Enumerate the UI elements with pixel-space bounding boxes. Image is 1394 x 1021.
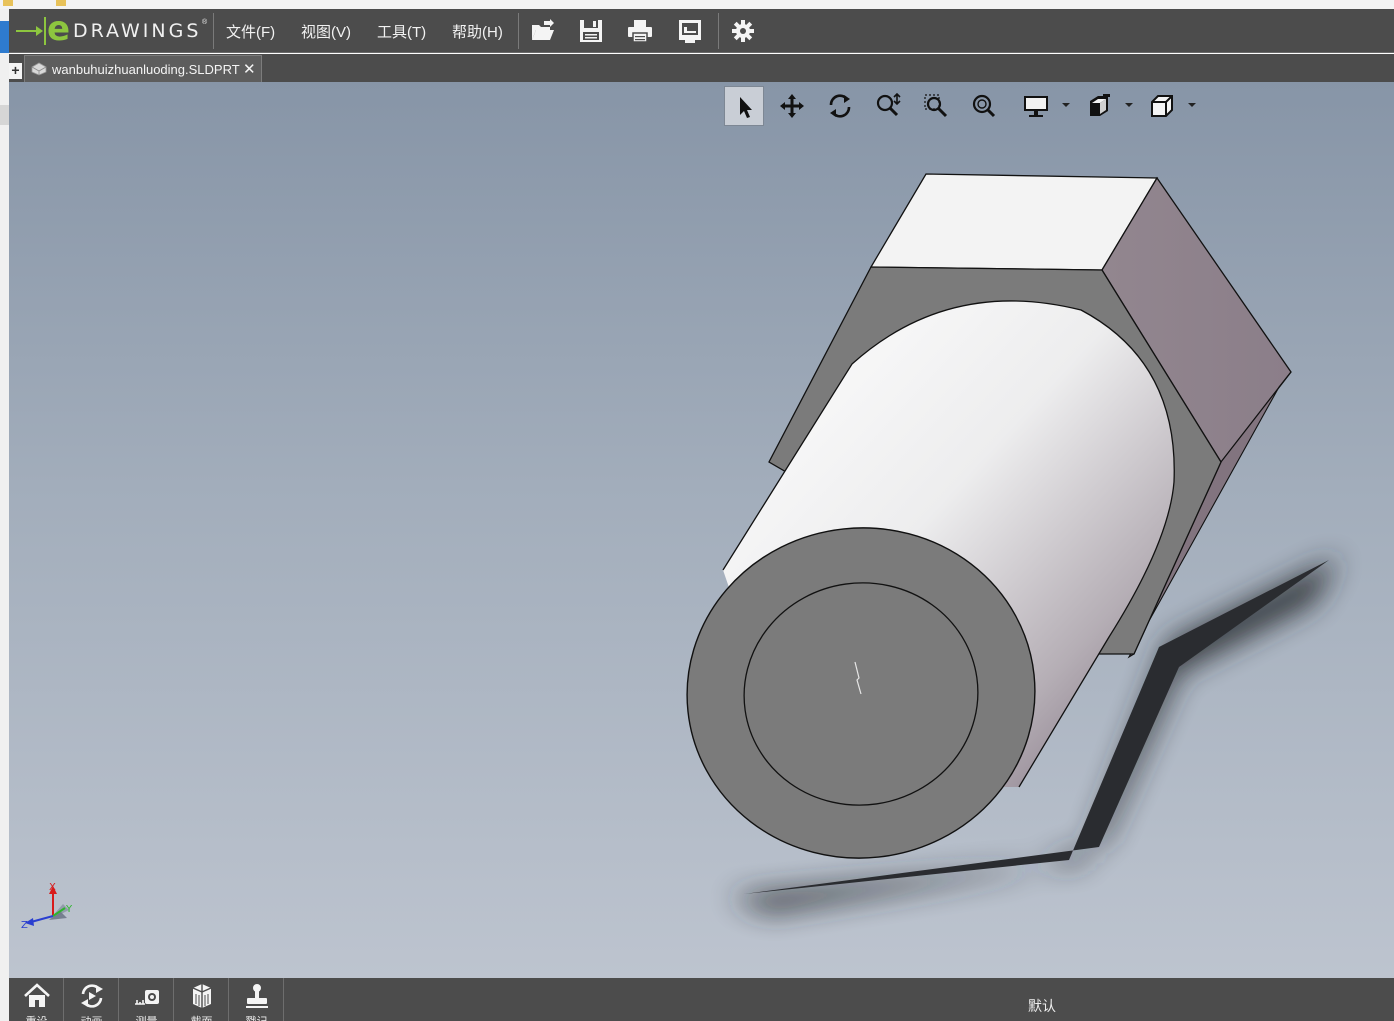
logo-bar [44,17,46,45]
triad-z-label: Z [21,920,28,931]
view-orientation-button[interactable] [1142,86,1182,126]
display-style-button[interactable] [1016,86,1056,126]
part-file-icon [31,62,47,76]
zoom-icon [876,93,901,117]
menu-view[interactable]: 视图(V) [301,21,351,42]
measure-button-label: 测量 [119,1013,174,1021]
section-button-label: 截面 [174,1013,229,1021]
save-icon[interactable] [578,18,604,44]
add-tab-button[interactable]: + [9,63,22,79]
hex-standoff-model[interactable] [9,82,1394,978]
publish-icon[interactable] [677,18,703,44]
coordinate-triad: X Y Z [21,882,73,931]
section-view-icon [1090,94,1110,116]
animate-button-label: 动画 [64,1013,119,1021]
zoom-fit-tool-button[interactable] [964,86,1004,126]
edrawings-window: e DRAWINGS ® 文件(F) 视图(V) 工具(T) 帮助(H) + w… [0,0,1394,1021]
section-view-button[interactable] [1079,86,1119,126]
chevron-down-icon[interactable] [1125,103,1133,107]
triad-x-label: X [49,882,56,893]
model-viewport[interactable]: X Y Z [9,82,1394,978]
os-selection-marker [0,21,9,53]
select-arrow-icon [740,97,752,118]
logo-registered-mark: ® [202,19,208,26]
os-title-strip [0,0,1394,9]
stamp-icon [246,984,268,1008]
folder-icon [56,0,66,6]
animate-icon [81,984,103,1008]
animate-button[interactable]: 动画 [64,978,119,1021]
toolbar-divider [718,13,719,49]
chevron-down-icon[interactable] [1062,103,1070,107]
measure-icon [135,990,159,1005]
logo-e-letter: e [47,9,71,49]
home-icon [24,983,50,1007]
bottom-toolbar: 重设 动画 测量 [9,978,1394,1021]
zoom-area-icon [924,94,948,118]
document-tab-bar: + wanbuhuizhuanluoding.SLDPRT ✕ [9,54,1394,82]
os-scroll-marker [0,105,9,125]
menu-file[interactable]: 文件(F) [226,21,275,42]
zoom-area-tool-button[interactable] [916,86,956,126]
zoom-fit-icon [972,94,996,118]
toolbar-divider [213,13,214,49]
document-tab[interactable]: wanbuhuizhuanluoding.SLDPRT ✕ [24,55,262,82]
zoom-tool-button[interactable] [868,86,908,126]
home-button[interactable]: 重设 [9,978,64,1021]
logo-brand-text: DRAWINGS [73,20,202,42]
configuration-name[interactable]: 默认 [1028,996,1056,1016]
stamp-button-label: 戳记 [229,1013,284,1021]
close-tab-icon[interactable]: ✕ [243,60,256,78]
logo-arrow-head [36,26,43,36]
section-icon [192,984,212,1008]
os-left-edge [0,9,9,1021]
toolbar-divider [518,13,519,49]
home-button-label: 重设 [9,1013,64,1021]
document-tab-label: wanbuhuizhuanluoding.SLDPRT [52,62,240,77]
open-folder-icon[interactable] [530,18,556,44]
display-style-icon [1024,96,1048,117]
gear-icon[interactable] [730,18,756,44]
rotate-icon [829,94,851,118]
print-icon[interactable] [627,18,653,44]
edrawings-logo: e DRAWINGS ® [14,9,212,49]
menu-tools[interactable]: 工具(T) [377,21,426,42]
menu-help[interactable]: 帮助(H) [452,21,503,42]
stamp-button[interactable]: 戳记 [229,978,284,1021]
main-toolbar: e DRAWINGS ® 文件(F) 视图(V) 工具(T) 帮助(H) [9,9,1394,53]
measure-button[interactable]: 测量 [119,978,174,1021]
pan-icon [780,94,804,118]
folder-icon [3,0,13,6]
rotate-tool-button[interactable] [820,86,860,126]
triad-y-label: Y [65,904,73,915]
pan-tool-button[interactable] [772,86,812,126]
select-tool-button[interactable] [724,86,764,126]
view-orientation-icon [1151,95,1173,117]
chevron-down-icon[interactable] [1188,103,1196,107]
section-button[interactable]: 截面 [174,978,229,1021]
view-toolbar [724,86,1204,128]
